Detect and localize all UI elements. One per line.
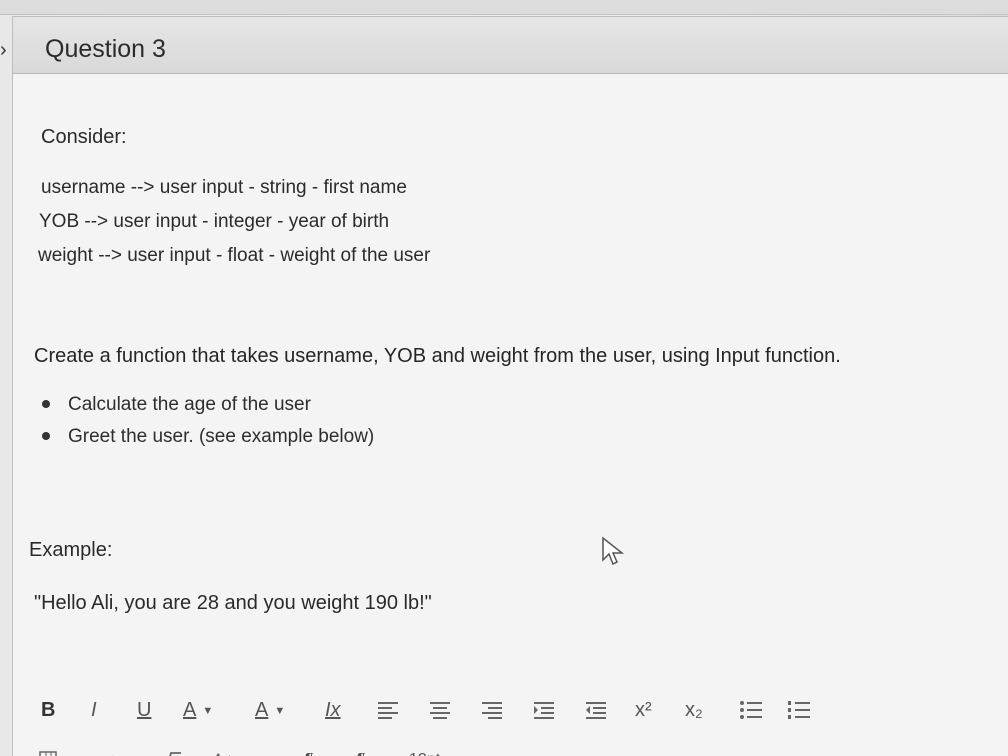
underline-button[interactable]: U — [137, 693, 151, 727]
consider-label: Consider: — [41, 126, 127, 148]
bullet-dot-icon — [42, 400, 50, 408]
example-label: Example: — [29, 539, 113, 561]
align-left-icon[interactable] — [377, 700, 399, 720]
caret-down-icon: ▼ — [274, 704, 286, 717]
font-color-label: A — [183, 699, 197, 721]
indent-icon[interactable] — [533, 700, 555, 720]
mouse-pointer-icon — [602, 536, 625, 566]
font-color-button[interactable]: A ▼ — [183, 693, 213, 727]
screen: › Question 3 Consider: username --> user… — [0, 0, 1008, 756]
editor-toolbar: B I U A ▼ A ▼ Ix x² x₂ — [37, 693, 837, 733]
paragraph-rtl-icon[interactable]: ¶ — [357, 751, 366, 756]
align-right-icon[interactable] — [481, 700, 503, 720]
task-bullets: Calculate the age of the user Greet the … — [36, 394, 374, 458]
align-center-icon[interactable] — [429, 700, 451, 720]
example-text: "Hello Ali, you are 28 and you weight 19… — [34, 592, 432, 614]
background-color-label: A — [255, 699, 269, 721]
superscript-button[interactable]: x² — [635, 693, 652, 727]
bullet-dot-icon — [42, 432, 50, 440]
chevron-right-icon[interactable]: › — [0, 38, 12, 62]
link-icon[interactable] — [105, 751, 129, 756]
subscript-button[interactable]: x₂ — [685, 693, 703, 727]
spec-line: weight --> user input - float - weight o… — [38, 245, 431, 266]
top-bar — [0, 0, 1008, 15]
editor-toolbar-row-2: ¶ ¶ 12pt — [37, 745, 537, 756]
spec-line: YOB --> user input - integer - year of b… — [39, 211, 390, 232]
question-title: Question 3 — [45, 35, 166, 63]
question-card: Question 3 Consider: username --> user i… — [12, 16, 1008, 756]
italic-button[interactable]: I — [91, 693, 97, 727]
paragraph-ltr-icon[interactable]: ¶ — [305, 751, 314, 756]
bullet-item: Calculate the age of the user — [36, 394, 374, 416]
clear-formatting-button[interactable]: Ix — [325, 693, 341, 727]
question-content: Consider: username --> user input - stri… — [13, 74, 1008, 756]
outdent-icon[interactable] — [585, 700, 607, 720]
bold-button[interactable]: B — [41, 693, 55, 727]
table-icon[interactable] — [39, 751, 65, 756]
caret-down-icon: ▼ — [202, 704, 214, 717]
embed-icon[interactable] — [213, 751, 237, 756]
bullet-text: Greet the user. (see example below) — [68, 426, 375, 447]
equation-icon[interactable] — [159, 751, 183, 756]
question-header: Question 3 — [13, 17, 1008, 74]
background-color-button[interactable]: A ▼ — [255, 693, 285, 727]
numbered-list-icon[interactable] — [787, 700, 811, 720]
bulleted-list-icon[interactable] — [739, 700, 763, 720]
font-size-select[interactable]: 12pt — [409, 751, 440, 756]
spec-line: username --> user input - string - first… — [41, 177, 407, 198]
bullet-text: Calculate the age of the user — [68, 394, 311, 415]
bullet-item: Greet the user. (see example below) — [36, 426, 374, 448]
task-description: Create a function that takes username, Y… — [34, 345, 841, 367]
